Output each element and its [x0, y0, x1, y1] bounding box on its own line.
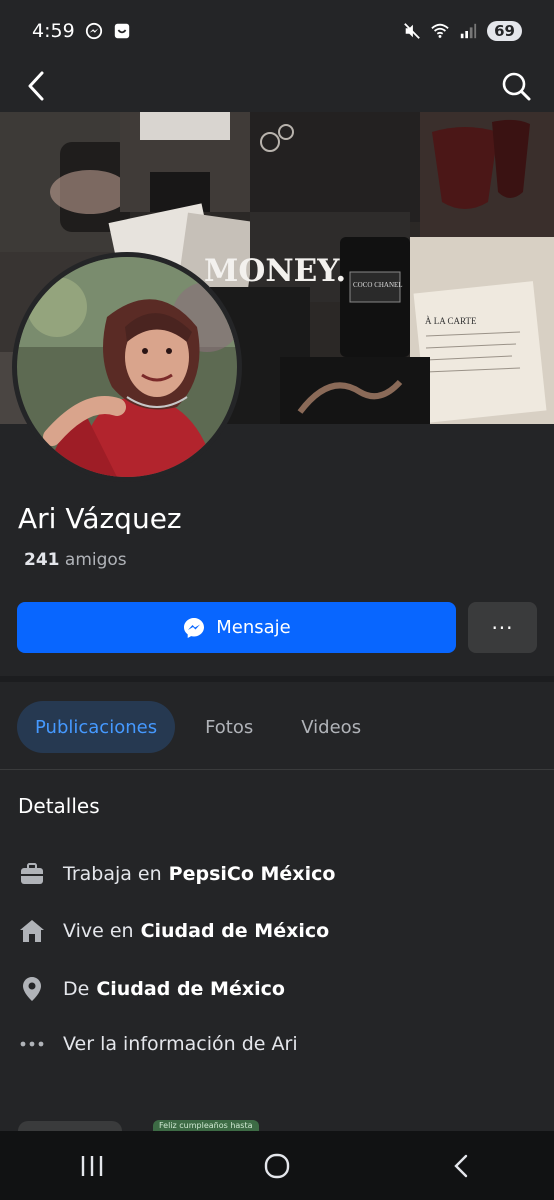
peek-badge: Feliz cumpleaños hasta — [153, 1120, 259, 1131]
more-dots-icon — [18, 1030, 46, 1058]
messenger-icon — [85, 22, 102, 40]
mute-icon — [404, 23, 420, 39]
status-bar: 4:59 69 — [0, 0, 554, 62]
briefcase-icon — [18, 860, 46, 888]
messenger-icon — [184, 617, 205, 638]
detail-see-info[interactable]: Ver la información de Ari — [18, 1029, 298, 1059]
cover-money-text: MONEY. — [204, 253, 346, 289]
system-back-button[interactable] — [432, 1141, 492, 1191]
home-icon — [18, 917, 46, 945]
avatar-portrait — [17, 257, 237, 477]
system-navigation-bar — [0, 1131, 554, 1200]
detail-lives-prefix: Vive en — [63, 920, 134, 942]
see-info-label: Ver la información de Ari — [63, 1033, 298, 1055]
back-chevron-icon — [453, 1154, 467, 1177]
home-button[interactable] — [247, 1141, 307, 1191]
section-divider — [0, 676, 554, 682]
top-navigation — [0, 62, 554, 112]
detail-from-prefix: De — [63, 978, 90, 1000]
profile-avatar[interactable] — [17, 257, 237, 477]
detail-work-value[interactable]: PepsiCo México — [169, 863, 336, 885]
friends-count[interactable]: 241 amigos — [24, 550, 127, 570]
search-button[interactable] — [496, 66, 536, 106]
tab-fotos[interactable]: Fotos — [187, 701, 271, 753]
status-left: 4:59 — [32, 20, 131, 42]
more-dots-icon: ··· — [491, 615, 514, 640]
more-options-button[interactable]: ··· — [468, 602, 537, 653]
status-time: 4:59 — [32, 20, 75, 42]
home-circle-icon — [264, 1153, 290, 1178]
back-button[interactable] — [20, 66, 60, 106]
cover-chanel-text: COCO CHANEL — [353, 281, 403, 289]
detail-work: Trabaja en PepsiCo México — [18, 859, 335, 889]
friends-label: amigos — [64, 550, 127, 570]
details-title: Detalles — [18, 794, 100, 818]
message-button[interactable]: Mensaje — [17, 602, 456, 653]
detail-lives-value[interactable]: Ciudad de México — [141, 920, 330, 942]
friends-number: 241 — [24, 550, 60, 570]
profile-name: Ari Vázquez — [18, 502, 182, 535]
app-icon — [114, 23, 129, 39]
detail-from-value[interactable]: Ciudad de México — [96, 978, 285, 1000]
wifi-icon — [431, 23, 449, 38]
tab-publicaciones[interactable]: Publicaciones — [17, 701, 176, 753]
tab-videos[interactable]: Videos — [283, 701, 379, 753]
detail-from: De Ciudad de México — [18, 974, 285, 1004]
profile-tabs: Publicaciones Fotos Videos — [17, 701, 391, 753]
location-pin-icon — [18, 975, 46, 1003]
battery-indicator: 69 — [487, 21, 522, 41]
tabs-divider — [0, 769, 554, 770]
chevron-left-icon — [28, 71, 44, 101]
detail-lives: Vive en Ciudad de México — [18, 916, 329, 946]
status-right: 69 — [403, 21, 522, 41]
signal-icon — [460, 23, 477, 39]
message-button-label: Mensaje — [216, 617, 291, 638]
search-icon — [502, 72, 531, 101]
cover-menu-text: À LA CARTE — [425, 316, 477, 326]
detail-work-prefix: Trabaja en — [63, 863, 162, 885]
recent-apps-icon — [82, 1155, 103, 1176]
recent-apps-button[interactable] — [62, 1141, 122, 1191]
content-peek: Feliz cumpleaños hasta — [0, 1118, 554, 1133]
